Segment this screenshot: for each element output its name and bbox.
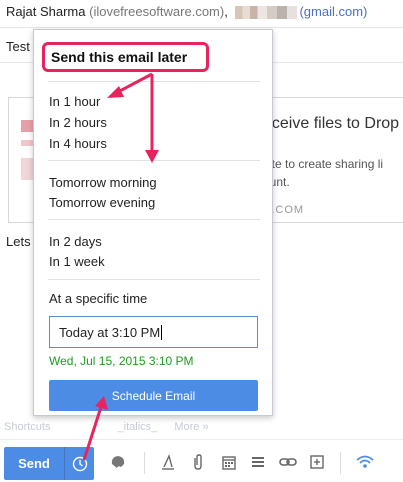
option-in-1-week[interactable]: In 1 week bbox=[49, 254, 105, 269]
sender-email: (ilovefreesoftware.com) bbox=[89, 4, 225, 19]
schedule-send-button[interactable] bbox=[64, 447, 94, 480]
option-tomorrow-morning[interactable]: Tomorrow morning bbox=[49, 175, 157, 190]
calendar-icon[interactable] bbox=[221, 453, 237, 471]
option-in-2-hours[interactable]: In 2 hours bbox=[49, 115, 107, 130]
card-title: eceive files to Drop bbox=[263, 115, 400, 132]
insert-plus-icon[interactable] bbox=[309, 453, 325, 471]
divider bbox=[0, 27, 403, 28]
popup-divider bbox=[48, 81, 260, 82]
italics-hint: _italics_ bbox=[117, 421, 158, 433]
send-button-group: Send bbox=[4, 447, 94, 480]
more-link[interactable]: More » bbox=[174, 421, 208, 433]
scheduled-date-preview: Wed, Jul 15, 2015 3:10 PM bbox=[49, 354, 194, 368]
shortcuts-link[interactable]: Shortcuts bbox=[4, 421, 50, 433]
popup-title: Send this email later bbox=[42, 42, 209, 72]
option-tomorrow-evening[interactable]: Tomorrow evening bbox=[49, 195, 155, 210]
popup-divider bbox=[48, 219, 260, 220]
time-input-value: Today at 3:10 PM bbox=[59, 324, 161, 340]
link-icon[interactable] bbox=[278, 453, 298, 471]
format-text-icon[interactable] bbox=[160, 453, 176, 471]
drive-smiley-icon[interactable] bbox=[109, 453, 127, 471]
redacted-recipient bbox=[235, 6, 298, 20]
card-desc-line: site to create sharing li bbox=[263, 157, 384, 171]
toolbar-separator bbox=[144, 452, 145, 474]
schedule-email-button[interactable]: Schedule Email bbox=[49, 380, 258, 411]
card-description: site to create sharing li ount. bbox=[263, 155, 383, 191]
option-in-1-hour[interactable]: In 1 hour bbox=[49, 94, 100, 109]
attachment-icon[interactable] bbox=[191, 453, 205, 471]
list-icon[interactable] bbox=[250, 453, 266, 471]
option-in-2-days[interactable]: In 2 days bbox=[49, 234, 102, 249]
send-button[interactable]: Send bbox=[4, 447, 64, 480]
schedule-clock-icon bbox=[72, 456, 87, 471]
card-desc-line: ount. bbox=[263, 175, 290, 189]
text-caret bbox=[161, 324, 163, 340]
recipient-gmail: (gmail.com) bbox=[299, 4, 368, 19]
toolbar-separator bbox=[340, 452, 341, 474]
popup-divider bbox=[48, 279, 260, 280]
recipient-separator: , bbox=[224, 4, 228, 19]
divider bbox=[0, 439, 403, 440]
send-later-popup: Send this email later In 1 hour In 2 hou… bbox=[33, 29, 273, 416]
specific-time-input[interactable]: Today at 3:10 PM bbox=[49, 316, 258, 348]
message-body[interactable]: Lets bbox=[6, 234, 31, 249]
specific-time-label: At a specific time bbox=[49, 291, 148, 306]
option-in-4-hours[interactable]: In 4 hours bbox=[49, 136, 107, 151]
formatting-hints: Shortcuts _italics_ More » bbox=[4, 421, 223, 433]
subject-field[interactable]: Test bbox=[6, 39, 30, 54]
wifi-icon[interactable] bbox=[355, 453, 375, 471]
sender-name: Rajat Sharma bbox=[6, 4, 86, 19]
recipients-line[interactable]: Rajat Sharma (ilovefreesoftware.com), (g… bbox=[6, 4, 368, 20]
popup-divider bbox=[48, 160, 260, 161]
